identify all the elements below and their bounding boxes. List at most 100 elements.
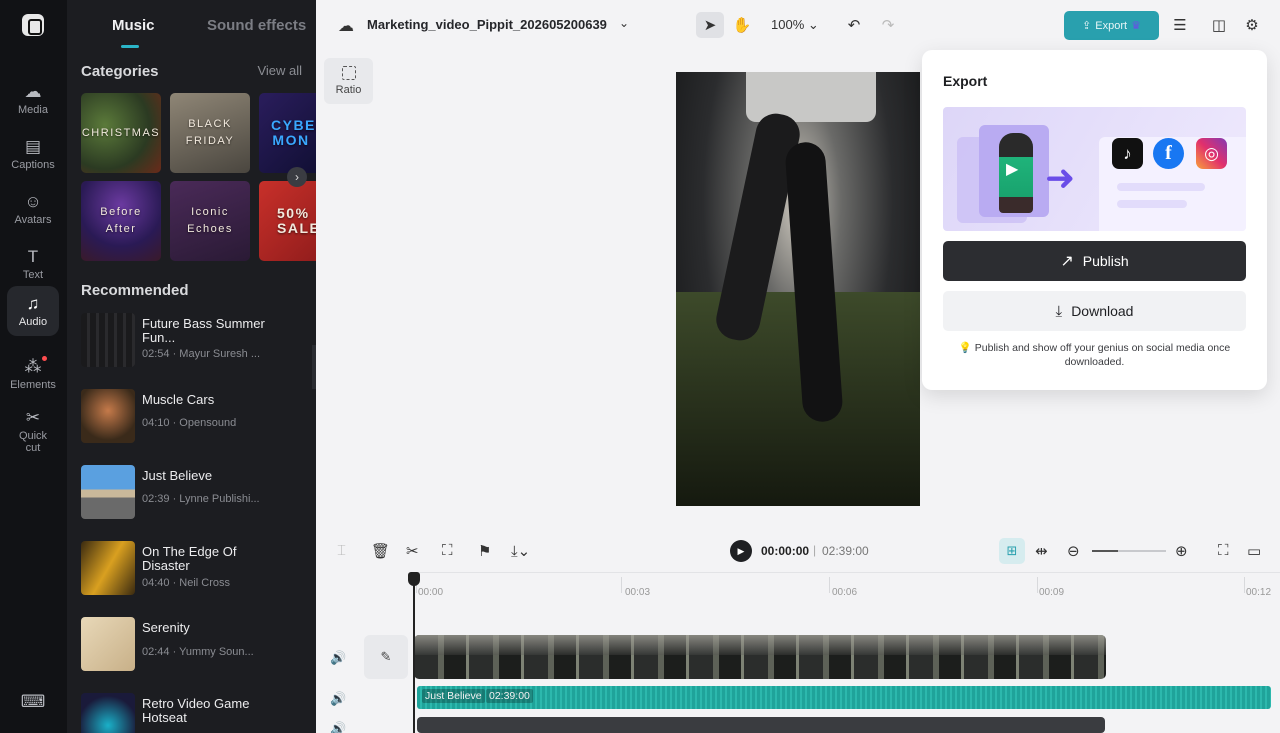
speaker-icon[interactable]: 🔊 bbox=[330, 691, 346, 707]
pencil-icon[interactable]: ✎ bbox=[364, 635, 408, 679]
export-label: Export bbox=[1095, 19, 1128, 32]
chevron-down-icon[interactable]: ⌄ bbox=[619, 16, 629, 30]
gear-icon[interactable]: ⚙ bbox=[1240, 12, 1264, 38]
cut-icon[interactable]: ✂ bbox=[406, 542, 419, 560]
play-button[interactable]: ▶ bbox=[730, 540, 752, 562]
project-name[interactable]: Marketing_video_Pippit_202605200639 bbox=[367, 17, 607, 32]
instagram-icon: ◎ bbox=[1196, 138, 1227, 169]
rail-item-audio[interactable]: ♫ Audio bbox=[7, 286, 59, 336]
zoom-out-icon[interactable]: ⊖ bbox=[1067, 542, 1080, 560]
track-name: Retro Video Game Hotseat bbox=[142, 696, 250, 725]
rail-item-avatars[interactable]: ☺ Avatars bbox=[7, 183, 59, 235]
category-cyber-monday[interactable]: CYBER MON bbox=[259, 93, 316, 173]
keyboard-shortcuts-button[interactable]: ⌨ bbox=[7, 680, 59, 726]
layers-icon[interactable]: ☰ bbox=[1168, 12, 1192, 38]
chevron-right-icon[interactable]: › bbox=[287, 167, 307, 187]
list-item[interactable]: On The Edge Of Disaster 04:40 · Neil Cro… bbox=[81, 541, 306, 595]
rail-item-elements[interactable]: ⁂ Elements bbox=[7, 348, 59, 400]
category-before-after[interactable]: Before After bbox=[81, 181, 161, 261]
ratio-button[interactable]: Ratio bbox=[324, 58, 373, 104]
rail-item-media[interactable]: ☁ Media bbox=[7, 73, 59, 125]
publish-button[interactable]: ↗ Publish bbox=[943, 241, 1246, 281]
category-black-friday[interactable]: BLACK FRIDAY bbox=[170, 93, 250, 173]
zoom-level[interactable]: 100% ⌄ bbox=[771, 17, 819, 33]
ratio-label: Ratio bbox=[335, 84, 362, 96]
audio-clip[interactable] bbox=[417, 686, 1271, 709]
trash-icon[interactable]: 🗑 bbox=[371, 542, 390, 560]
speaker-icon[interactable]: 🔊 bbox=[330, 721, 346, 733]
tab-music[interactable]: Music bbox=[112, 17, 155, 34]
rail-item-quick-cut[interactable]: ✂ Quick cut bbox=[7, 405, 59, 457]
voice-clip[interactable] bbox=[417, 717, 1105, 733]
category-label: CYBER MON bbox=[271, 117, 316, 148]
split-view-icon[interactable]: ◫ bbox=[1207, 12, 1231, 38]
download-button[interactable]: ⤓ Download bbox=[943, 291, 1246, 331]
cloud-save-icon[interactable]: ☁ bbox=[338, 16, 354, 36]
redo-icon[interactable]: ↷ bbox=[876, 12, 900, 38]
category-label: CHRISTMAS bbox=[81, 127, 161, 139]
category-sale[interactable]: 50% SALE bbox=[259, 181, 316, 261]
undo-icon[interactable]: ↶ bbox=[842, 12, 866, 38]
category-iconic-echoes[interactable]: Iconic Echoes bbox=[170, 181, 250, 261]
elements-icon: ⁂ bbox=[24, 356, 42, 376]
rail-item-label: Media bbox=[18, 103, 48, 116]
track-thumbnail bbox=[81, 313, 135, 367]
lightbulb-icon: 💡 bbox=[958, 342, 972, 354]
top-bar: ☁ Marketing_video_Pippit_202605200639 ⌄ … bbox=[316, 0, 1280, 50]
caption-icon[interactable]: ▭ bbox=[1247, 542, 1261, 560]
export-icon: ⇪ bbox=[1082, 20, 1092, 32]
rail-item-label: Text bbox=[22, 268, 44, 281]
playhead[interactable] bbox=[408, 572, 420, 733]
share-icon: ↗ bbox=[1060, 253, 1074, 270]
list-item[interactable]: Future Bass Summer Fun... 02:54 · Mayur … bbox=[81, 313, 306, 367]
timeline: ⌶ 🗑 ✂ ⛶ ⚑ ⤓⌄ ▶ 00:00:00 | 02:39:00 ⊞ ⇹ ⊖… bbox=[316, 528, 1280, 733]
split-icon[interactable]: ⌶ bbox=[337, 542, 346, 559]
track-name: Serenity bbox=[142, 620, 190, 635]
track-meta: 04:40 · Neil Cross bbox=[142, 577, 231, 589]
video-preview[interactable] bbox=[676, 72, 920, 506]
video-clip[interactable] bbox=[414, 635, 1106, 679]
list-item[interactable]: Muscle Cars 04:10 · Opensound bbox=[81, 389, 306, 443]
list-item[interactable]: Serenity 02:44 · Yummy Soun... bbox=[81, 617, 306, 671]
rail-item-text[interactable]: T Text bbox=[7, 238, 59, 290]
select-tool-icon[interactable]: ➤ bbox=[696, 12, 724, 38]
export-button[interactable]: ⇪ Export ♛ bbox=[1064, 11, 1159, 40]
flag-icon[interactable]: ⚑ bbox=[478, 542, 491, 560]
snap-toggle-icon[interactable]: ⊞ bbox=[999, 538, 1025, 564]
fullscreen-icon[interactable]: ⛶ bbox=[1218, 542, 1229, 559]
recommended-title: Recommended bbox=[81, 282, 189, 299]
rail-item-label: Captions bbox=[11, 158, 55, 171]
hand-tool-icon[interactable]: ✋ bbox=[729, 12, 755, 38]
zoom-slider[interactable] bbox=[1092, 550, 1166, 552]
chevron-down-icon: ⌄ bbox=[807, 17, 819, 32]
export-illustration: ▶ ➜ ♪ f ◎ bbox=[943, 107, 1246, 231]
time-ruler[interactable]: 00:00 00:03 00:06 00:09 00:12 bbox=[414, 572, 1280, 598]
tab-underline bbox=[121, 45, 139, 48]
track-meta: 02:44 · Yummy Soun... bbox=[142, 646, 254, 658]
list-item[interactable]: Just Believe 02:39 · Lynne Publishi... bbox=[81, 465, 306, 519]
tick-label: 00:09 bbox=[1039, 587, 1065, 598]
view-all-link[interactable]: View all bbox=[257, 63, 302, 78]
tab-sound-effects[interactable]: Sound effects bbox=[207, 17, 306, 34]
play-icon: ▶ bbox=[1006, 161, 1019, 178]
category-label: 50% SALE bbox=[277, 205, 316, 236]
zoom-in-icon[interactable]: ⊕ bbox=[1175, 542, 1188, 560]
split-track-icon[interactable]: ⇹ bbox=[1035, 542, 1048, 560]
crown-icon: ♛ bbox=[1131, 20, 1141, 32]
track-meta: 02:39 · Lynne Publishi... bbox=[142, 493, 260, 505]
list-item[interactable]: Retro Video Game Hotseat bbox=[81, 693, 306, 733]
rail-item-label: Elements bbox=[10, 378, 56, 391]
audio-clip-name: Just Believe bbox=[422, 689, 485, 703]
categories-title: Categories bbox=[81, 63, 159, 80]
download-dropdown-icon[interactable]: ⤓⌄ bbox=[511, 542, 530, 560]
download-icon: ⤓ bbox=[1055, 302, 1063, 320]
track-name: Just Believe bbox=[142, 468, 213, 483]
crop-icon[interactable]: ⛶ bbox=[442, 542, 453, 559]
rail-item-label: Audio bbox=[18, 315, 48, 328]
speaker-icon[interactable]: 🔊 bbox=[330, 650, 346, 666]
app-logo-icon[interactable] bbox=[22, 14, 44, 36]
category-christmas[interactable]: CHRISTMAS bbox=[81, 93, 161, 173]
rail-item-captions[interactable]: ▤ Captions bbox=[7, 128, 59, 180]
publish-label: Publish bbox=[1082, 253, 1129, 269]
quick-cut-icon: ✂ bbox=[25, 407, 41, 427]
